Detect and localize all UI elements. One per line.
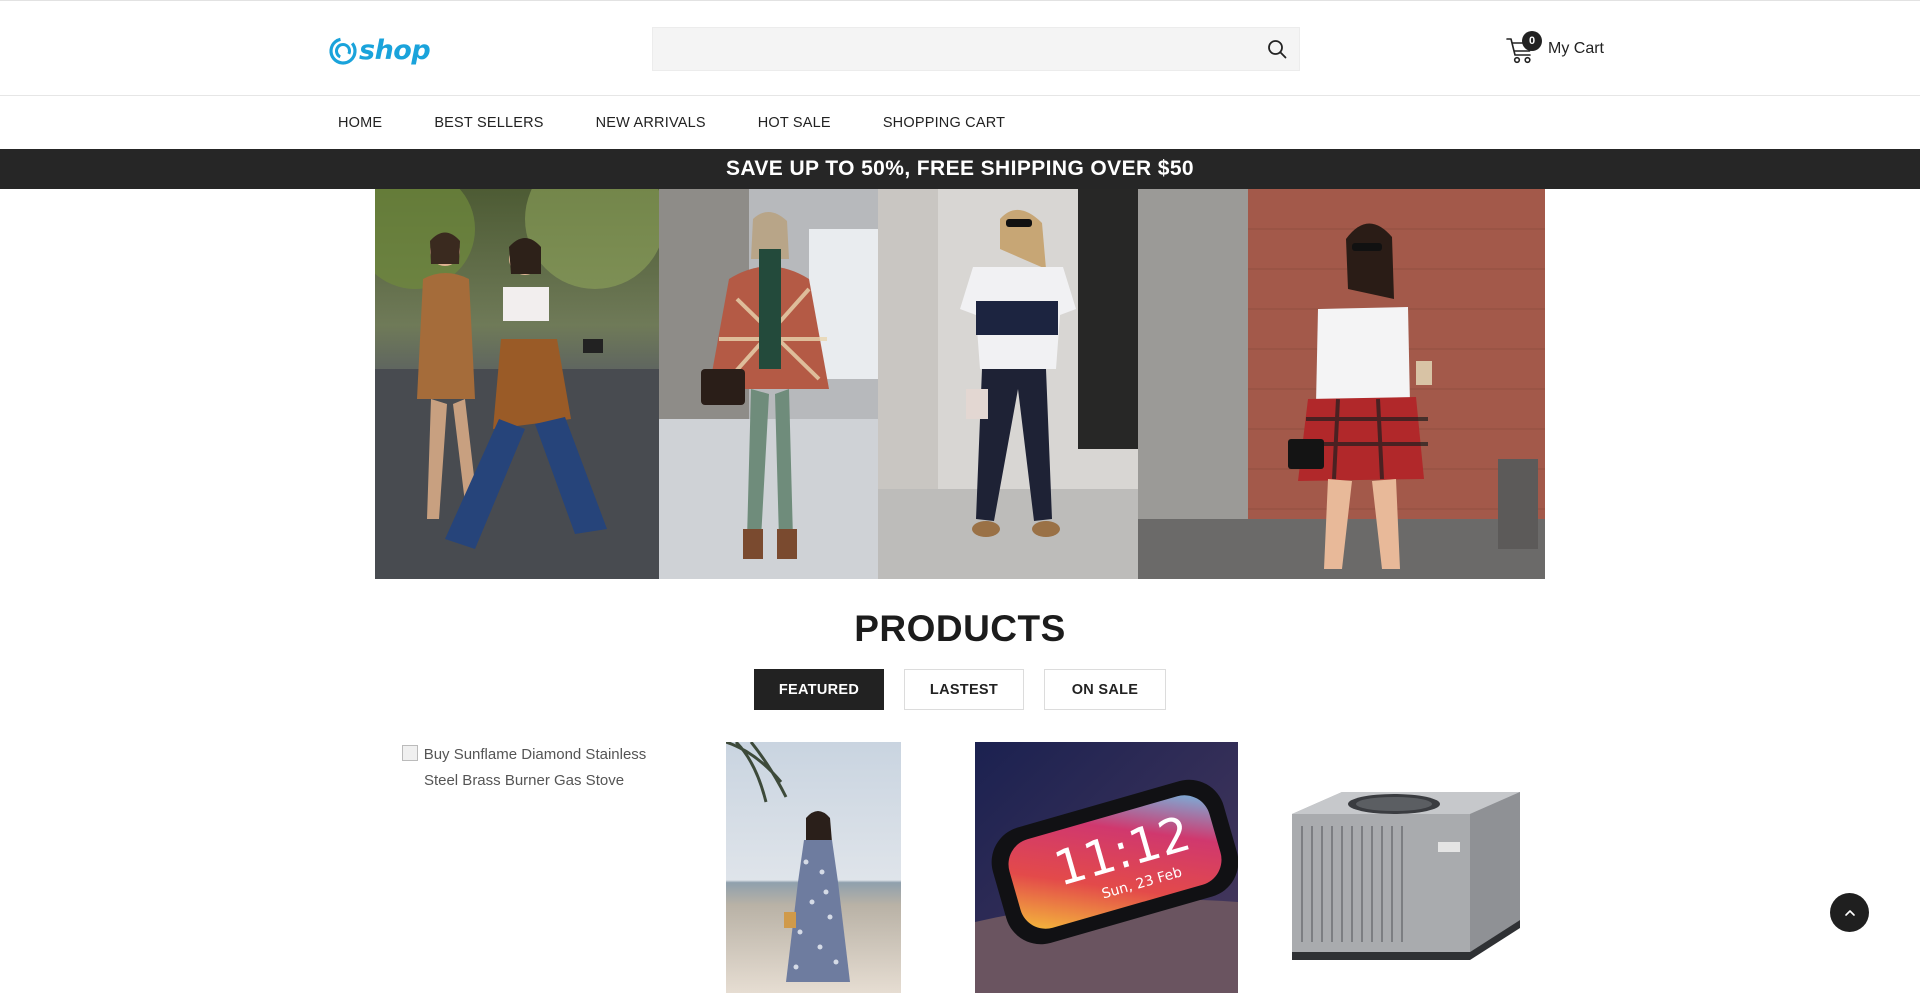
chevron-up-icon (1844, 909, 1855, 916)
site-header: shop 0 My Cart (0, 1, 1920, 96)
product-image-smartwatch: 11:12 Sun, 23 Feb (975, 742, 1238, 993)
hero-image-4 (1138, 189, 1545, 579)
search-bar (652, 27, 1300, 71)
nav-item-best-sellers[interactable]: BEST SELLERS (434, 115, 543, 131)
promo-banner[interactable]: SAVE UP TO 50%, FREE SHIPPING OVER $50 (0, 149, 1920, 189)
main-nav: HOME BEST SELLERS NEW ARRIVALS HOT SALE … (0, 97, 1920, 149)
nav-item-new-arrivals[interactable]: NEW ARRIVALS (596, 115, 706, 131)
my-cart-button[interactable]: 0 My Cart (1506, 29, 1604, 69)
search-icon (1268, 40, 1287, 59)
hero-image-1 (375, 189, 659, 579)
broken-image-icon (401, 745, 418, 761)
logo-text: shop (359, 35, 431, 66)
cart-count-badge: 0 (1522, 31, 1542, 51)
tab-lastest[interactable]: LASTEST (904, 669, 1024, 710)
tab-on-sale[interactable]: ON SALE (1044, 669, 1166, 710)
logo-swirl-icon (329, 37, 357, 65)
product-image-air-conditioner (1278, 742, 1546, 993)
tab-featured[interactable]: FEATURED (754, 669, 884, 710)
product-grid: Buy Sunflame Diamond Stainless Steel Bra… (375, 742, 1546, 993)
shop-logo[interactable]: shop (328, 34, 431, 68)
search-button[interactable] (1265, 37, 1289, 61)
promo-text: SAVE UP TO 50%, FREE SHIPPING OVER $50 (725, 157, 1195, 180)
cart-label: My Cart (1548, 40, 1604, 57)
product-image-alt-text: Buy Sunflame Diamond Stainless Steel Bra… (423, 746, 647, 789)
scroll-to-top-button[interactable] (1830, 893, 1869, 932)
hero-image-3 (878, 189, 1138, 579)
product-tabs: FEATURED LASTEST ON SALE (754, 669, 1186, 711)
search-input[interactable] (653, 28, 1243, 70)
product-image-floral-dress (726, 742, 901, 993)
nav-item-home[interactable]: HOME (338, 115, 382, 131)
nav-item-hot-sale[interactable]: HOT SALE (758, 115, 831, 131)
product-card-smartwatch[interactable]: 11:12 Sun, 23 Feb (975, 742, 1238, 993)
cart-icon-wrap: 0 (1506, 31, 1542, 65)
product-card-floral-dress[interactable] (726, 742, 901, 993)
product-card-air-conditioner[interactable] (1278, 742, 1546, 993)
hero-banner[interactable] (375, 189, 1545, 579)
nav-item-shopping-cart[interactable]: SHOPPING CART (883, 115, 1005, 131)
product-card-gas-stove[interactable]: Buy Sunflame Diamond Stainless Steel Bra… (389, 742, 659, 794)
products-title: PRODUCTS (854, 608, 1066, 649)
hero-image-2 (659, 189, 878, 579)
